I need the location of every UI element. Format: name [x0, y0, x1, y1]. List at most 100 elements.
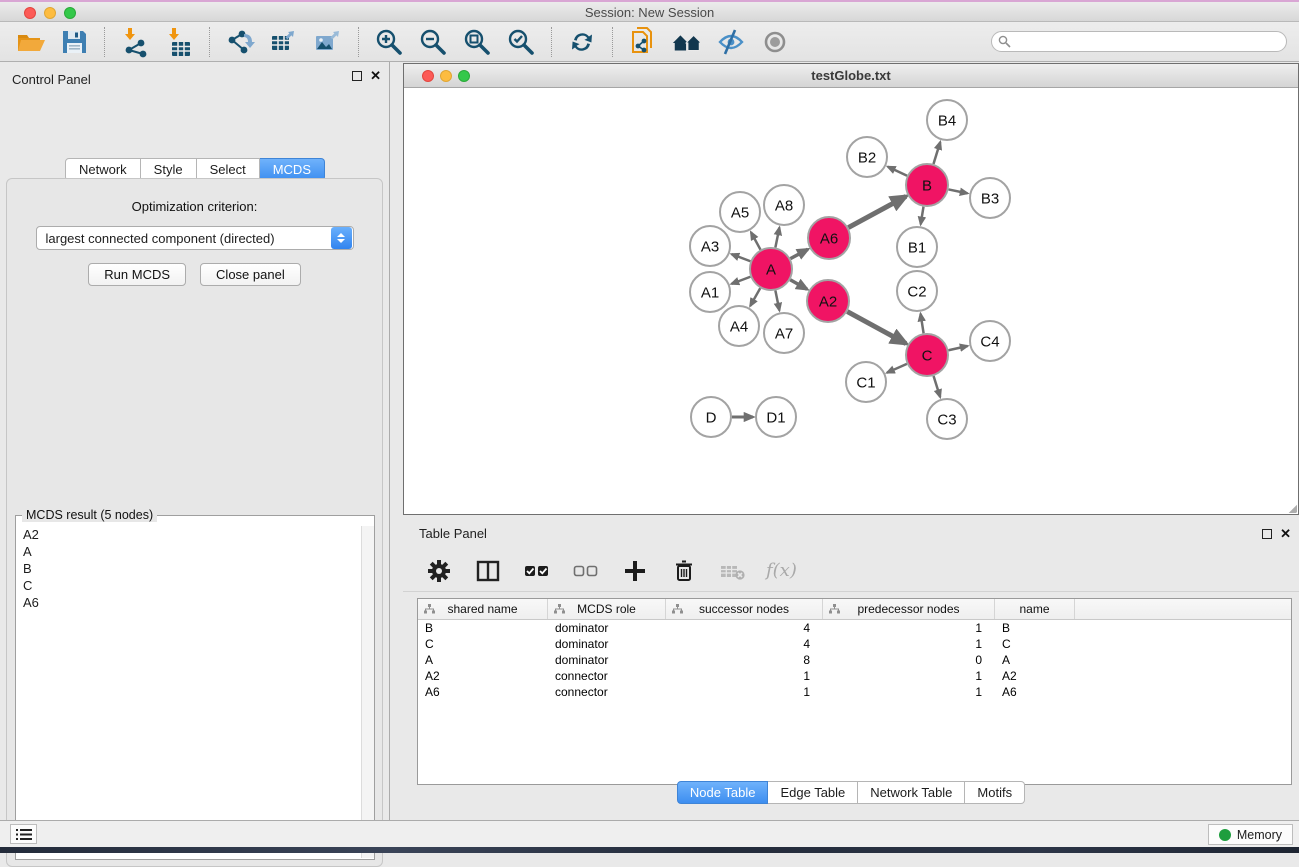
show-eye-icon[interactable] — [759, 26, 791, 58]
tab-node-table[interactable]: Node Table — [677, 781, 769, 804]
node-A5[interactable]: A5 — [720, 192, 760, 232]
tab-network-table[interactable]: Network Table — [858, 781, 965, 804]
table-cell[interactable]: dominator — [548, 620, 666, 636]
result-item[interactable]: A2 — [17, 526, 360, 543]
function-builder-icon[interactable]: f(x) — [766, 560, 797, 581]
node-D1[interactable]: D1 — [756, 397, 796, 437]
search-input[interactable] — [991, 31, 1287, 52]
node-D[interactable]: D — [691, 397, 731, 437]
export-network-icon[interactable] — [224, 26, 256, 58]
node-C1[interactable]: C1 — [846, 362, 886, 402]
edge-A-A2[interactable] — [790, 280, 807, 289]
edge-A-A3[interactable] — [732, 254, 751, 261]
node-A2[interactable]: A2 — [807, 280, 849, 322]
zoom-in-icon[interactable] — [373, 26, 405, 58]
edge-C-C4[interactable] — [948, 346, 967, 350]
node-C3[interactable]: C3 — [927, 399, 967, 439]
node-A[interactable]: A — [750, 248, 792, 290]
edge-B-B3[interactable] — [949, 189, 968, 193]
export-image-icon[interactable] — [312, 26, 344, 58]
refresh-icon[interactable] — [566, 26, 598, 58]
edge-A-A8[interactable] — [775, 228, 779, 248]
table-cell[interactable]: B — [995, 620, 1075, 636]
node-table[interactable]: shared nameMCDS rolesuccessor nodesprede… — [417, 598, 1292, 785]
add-column-icon[interactable] — [619, 555, 651, 587]
node-A1[interactable]: A1 — [690, 272, 730, 312]
edge-A-A6[interactable] — [790, 249, 807, 258]
table-cell[interactable]: 1 — [823, 684, 995, 700]
table-cell[interactable]: connector — [548, 684, 666, 700]
resize-grip[interactable] — [1282, 498, 1297, 513]
import-network-icon[interactable] — [119, 26, 151, 58]
zoom-out-icon[interactable] — [417, 26, 449, 58]
import-table-icon[interactable] — [163, 26, 195, 58]
float-panel-icon[interactable] — [352, 71, 362, 81]
result-item[interactable]: A — [17, 543, 360, 560]
column-header-predecessor-nodes[interactable]: predecessor nodes — [823, 599, 995, 619]
table-cell[interactable]: A — [418, 652, 548, 668]
table-cell[interactable]: 1 — [666, 668, 823, 684]
hide-graphics-details-icon[interactable] — [715, 26, 747, 58]
edge-C-C2[interactable] — [921, 314, 924, 334]
table-row[interactable]: Bdominator41B — [418, 620, 1291, 636]
table-row[interactable]: A2connector11A2 — [418, 668, 1291, 684]
table-row[interactable]: A6connector11A6 — [418, 684, 1291, 700]
table-cell[interactable]: C — [995, 636, 1075, 652]
network-file-icon[interactable] — [627, 26, 659, 58]
table-cell[interactable]: 4 — [666, 636, 823, 652]
column-header-shared-name[interactable]: shared name — [418, 599, 548, 619]
table-cell[interactable]: A2 — [995, 668, 1075, 684]
memory-button[interactable]: Memory — [1208, 824, 1293, 845]
table-row[interactable]: Adominator80A — [418, 652, 1291, 668]
network-window-titlebar[interactable]: testGlobe.txt — [404, 64, 1298, 88]
tab-motifs[interactable]: Motifs — [965, 781, 1025, 804]
table-cell[interactable]: 1 — [823, 668, 995, 684]
save-session-icon[interactable] — [58, 26, 90, 58]
delete-table-icon[interactable] — [717, 555, 749, 587]
result-item[interactable]: B — [17, 560, 360, 577]
edge-A-A5[interactable] — [751, 232, 761, 249]
table-cell[interactable]: 1 — [823, 636, 995, 652]
float-table-panel-icon[interactable] — [1262, 529, 1272, 539]
edge-C-C1[interactable] — [887, 364, 907, 373]
table-cell[interactable]: dominator — [548, 636, 666, 652]
node-A3[interactable]: A3 — [690, 226, 730, 266]
edge-A6-B[interactable] — [848, 196, 906, 227]
edge-B-B4[interactable] — [933, 142, 940, 164]
mcds-result-list[interactable]: A2ABCA6 — [17, 526, 360, 858]
table-row[interactable]: Cdominator41C — [418, 636, 1291, 652]
table-cell[interactable]: A2 — [418, 668, 548, 684]
node-C4[interactable]: C4 — [970, 321, 1010, 361]
column-view-icon[interactable] — [472, 555, 504, 587]
table-cell[interactable]: dominator — [548, 652, 666, 668]
open-session-icon[interactable] — [14, 26, 46, 58]
zoom-selected-icon[interactable] — [505, 26, 537, 58]
edge-A-A1[interactable] — [732, 277, 751, 284]
table-cell[interactable]: 0 — [823, 652, 995, 668]
close-table-panel-icon[interactable]: ✕ — [1280, 529, 1291, 539]
table-cell[interactable]: A6 — [418, 684, 548, 700]
tab-edge-table[interactable]: Edge Table — [768, 781, 858, 804]
gear-icon[interactable] — [423, 555, 455, 587]
node-A4[interactable]: A4 — [719, 306, 759, 346]
node-A8[interactable]: A8 — [764, 185, 804, 225]
edge-A-A4[interactable] — [750, 288, 760, 306]
column-header-successor-nodes[interactable]: successor nodes — [666, 599, 823, 619]
node-C[interactable]: C — [906, 334, 948, 376]
table-cell[interactable]: 8 — [666, 652, 823, 668]
zoom-fit-icon[interactable] — [461, 26, 493, 58]
table-cell[interactable]: 1 — [666, 684, 823, 700]
table-cell[interactable]: C — [418, 636, 548, 652]
edge-C-C3[interactable] — [934, 376, 941, 397]
select-all-icon[interactable] — [521, 555, 553, 587]
table-cell[interactable]: 4 — [666, 620, 823, 636]
delete-column-icon[interactable] — [668, 555, 700, 587]
export-table-icon[interactable] — [268, 26, 300, 58]
node-B[interactable]: B — [906, 164, 948, 206]
node-C2[interactable]: C2 — [897, 271, 937, 311]
table-cell[interactable]: connector — [548, 668, 666, 684]
home-icon[interactable] — [671, 26, 703, 58]
result-item[interactable]: A6 — [17, 594, 360, 611]
node-A6[interactable]: A6 — [808, 217, 850, 259]
close-panel-button[interactable]: Close panel — [200, 263, 301, 286]
